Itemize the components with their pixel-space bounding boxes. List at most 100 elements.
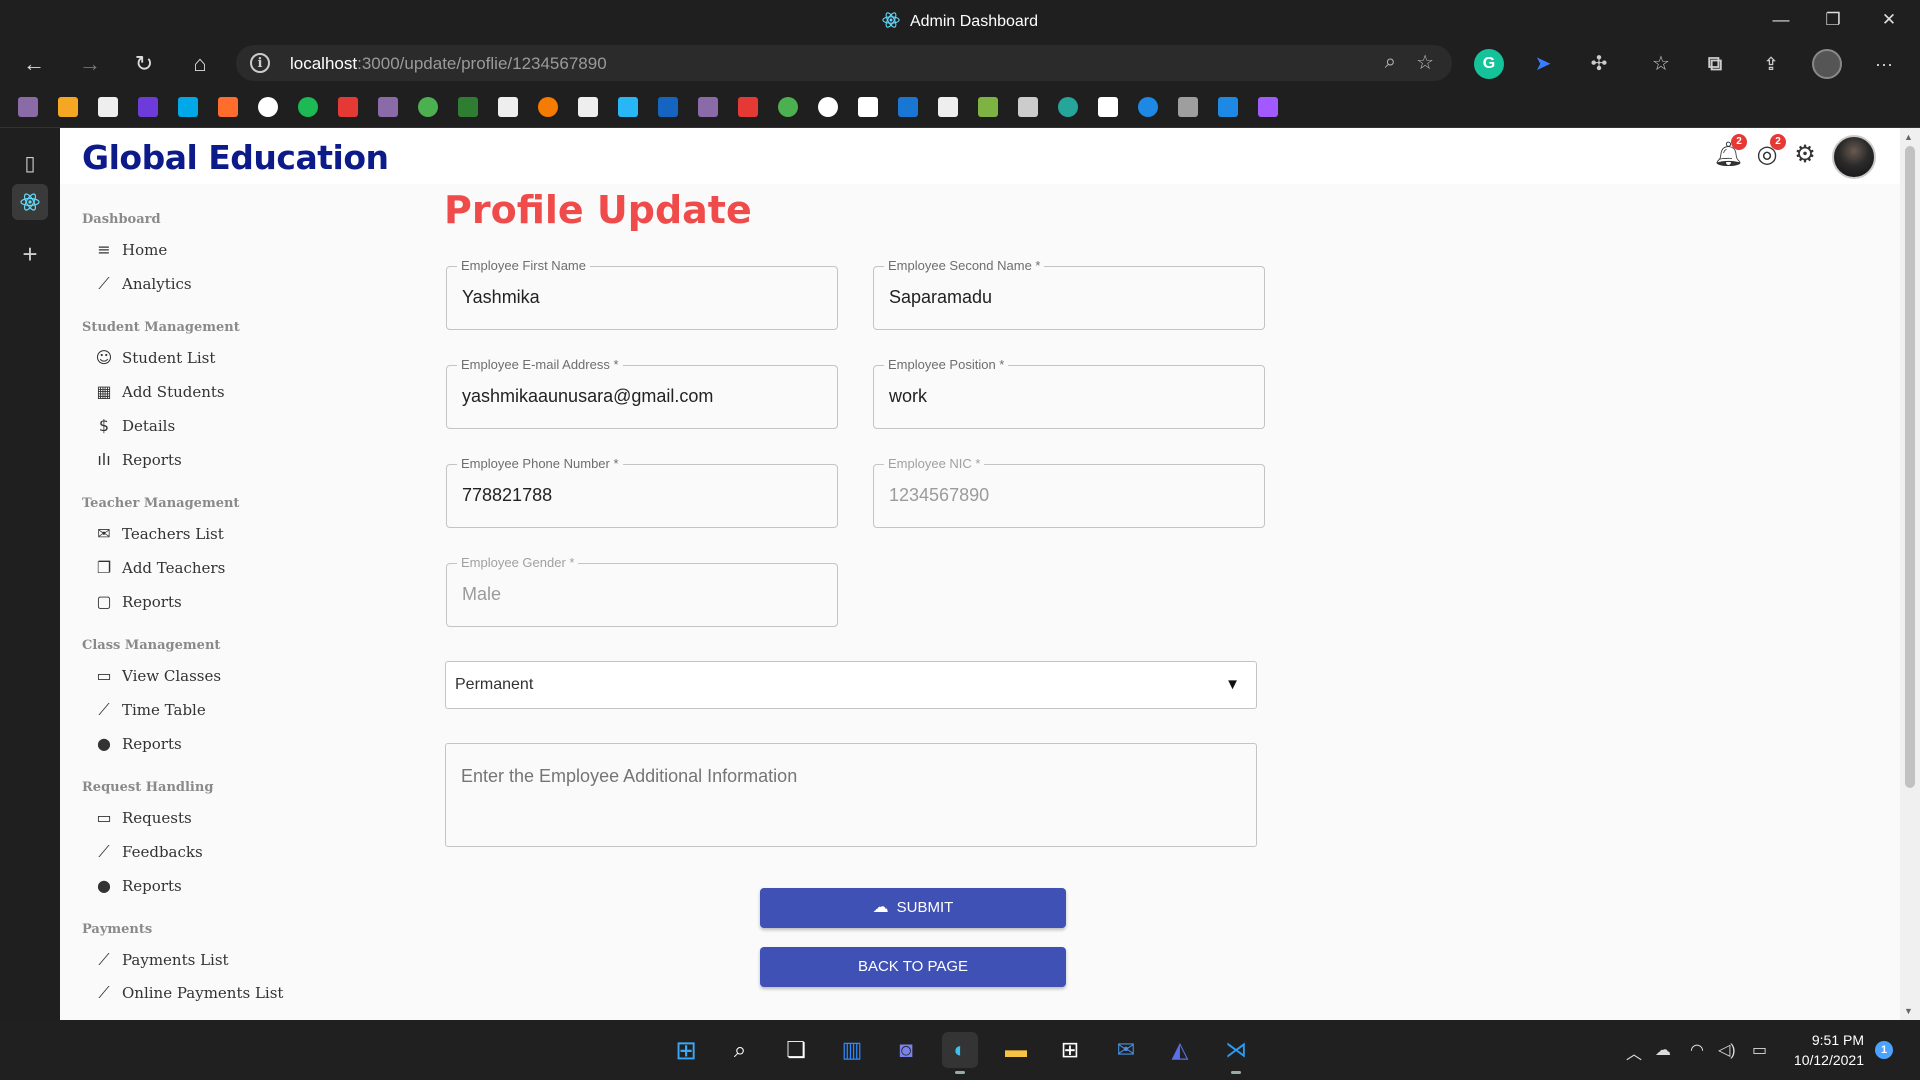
figma-icon[interactable] [1258,97,1278,117]
bookmark-icon[interactable] [778,97,798,117]
sidebar-item-feedbacks[interactable]: ⟋ Feedbacks [94,839,394,865]
bookmark-icon[interactable] [178,97,198,117]
bookmark-icon[interactable] [1138,97,1158,117]
android-icon[interactable] [978,97,998,117]
battery-icon[interactable]: ▭ [1752,1040,1767,1060]
collections-icon[interactable]: ⧉ [1700,49,1730,79]
bookmark-icon[interactable] [698,97,718,117]
back-button[interactable]: ← [18,48,50,80]
first-name-field[interactable]: Employee First Name Yashmika [446,258,838,330]
grammarly-icon[interactable]: G [1474,49,1504,79]
first-name-value[interactable]: Yashmika [462,287,540,308]
notification-badge[interactable]: 1 [1875,1041,1893,1059]
bookmark-icon[interactable] [18,97,38,117]
new-tab-icon[interactable]: + [12,236,48,272]
settings-icon[interactable]: ⚙ [1790,140,1820,170]
bookmark-icon[interactable] [858,97,878,117]
sidebar-item-add-students[interactable]: ▦ Add Students [94,379,394,405]
wifi-icon[interactable]: ◠ [1690,1040,1704,1060]
favorites-icon[interactable]: ☆ [1646,49,1676,79]
bookmark-icon[interactable] [298,97,318,117]
address-bar[interactable]: i localhost:3000/update/proflie/12345678… [236,45,1452,81]
sidebar-item-teachers-list[interactable]: ✉ Teachers List [94,521,394,547]
sidebar-item-class-reports[interactable]: ● Reports [94,731,394,757]
bookmark-icon[interactable] [1178,97,1198,117]
bookmark-icon[interactable] [938,97,958,117]
phone-field[interactable]: Employee Phone Number * 778821788 [446,456,838,528]
email-field[interactable]: Employee E-mail Address * yashmikaaunusa… [446,357,838,429]
app-icon[interactable]: ◭ [1162,1032,1198,1068]
email-value[interactable]: yashmikaaunusara@gmail.com [462,386,713,407]
bookmark-icon[interactable] [498,97,518,117]
bookmark-icon[interactable] [138,97,158,117]
edge-icon[interactable]: ◐ [942,1032,978,1074]
tray-chevron-icon[interactable]: ︿ [1626,1040,1642,1064]
zoom-icon[interactable]: ⌕ [1385,51,1396,74]
widgets-icon[interactable]: ▥ [834,1032,870,1068]
refresh-button[interactable]: ↻ [128,48,160,80]
vscode-icon[interactable]: ⋊ [1218,1032,1254,1074]
bookmark-icon[interactable] [1018,97,1038,117]
sidebar-item-student-reports[interactable]: ılı Reports [94,447,394,473]
sidebar-item-details[interactable]: $ Details [94,413,394,439]
bookmark-icon[interactable] [378,97,398,117]
scroll-up-icon[interactable]: ▲ [1904,132,1913,142]
search-icon[interactable]: ⌕ [722,1032,758,1068]
github-icon[interactable] [818,97,838,117]
extensions-icon[interactable]: ✣ [1584,49,1614,79]
language-icon[interactable]: ◎ 2 [1752,134,1786,170]
bookmark-icon[interactable] [1058,97,1078,117]
second-name-value[interactable]: Saparamadu [889,287,992,308]
sidebar-item-home[interactable]: ≡ Home [94,237,394,263]
phone-value[interactable]: 778821788 [462,485,552,506]
chat-icon[interactable]: ◙ [888,1032,924,1068]
more-button[interactable]: ··· [1868,48,1900,80]
additional-info-textarea[interactable]: Enter the Employee Additional Informatio… [445,743,1257,847]
share-icon[interactable]: ⇪ [1756,49,1786,79]
second-name-field[interactable]: Employee Second Name * Saparamadu [873,258,1265,330]
file-explorer-icon[interactable]: ▬ [998,1032,1034,1068]
bookmark-icon[interactable] [458,97,478,117]
position-field[interactable]: Employee Position * work [873,357,1265,429]
close-button[interactable]: ✕ [1866,6,1912,34]
bookmark-icon[interactable] [578,97,598,117]
extension-arrow-icon[interactable]: ➤ [1528,49,1558,79]
bookmark-icon[interactable] [258,97,278,117]
sidebar-item-add-teachers[interactable]: ❐ Add Teachers [94,555,394,581]
employment-type-select[interactable]: Permanent ▼ [445,661,1257,709]
volume-icon[interactable]: ◁) [1718,1040,1736,1060]
submit-button[interactable]: ☁ SUBMIT [760,888,1066,928]
notifications-icon[interactable]: 🔔︎ 2 [1713,134,1747,170]
sidebar-item-view-classes[interactable]: ▭ View Classes [94,663,394,689]
add-favorite-icon[interactable]: ☆ [1416,50,1434,75]
bookmark-icon[interactable] [338,97,358,117]
sidebar-item-payments-list[interactable]: ⟋ Payments List [94,947,394,973]
minimize-button[interactable]: — [1758,6,1804,34]
bookmark-icon[interactable] [658,97,678,117]
bookmark-icon[interactable] [1098,97,1118,117]
start-icon[interactable]: ⊞ [668,1032,704,1068]
bookmark-icon[interactable] [538,97,558,117]
bookmark-icon[interactable] [218,97,238,117]
url-text[interactable]: localhost:3000/update/proflie/1234567890 [290,54,607,74]
bookmark-icon[interactable] [738,97,758,117]
clock[interactable]: 9:51 PM 10/12/2021 [1780,1030,1864,1070]
tab-admin-dashboard[interactable] [12,184,48,220]
bookmark-icon[interactable] [618,97,638,117]
bookmark-icon[interactable] [1218,97,1238,117]
sidebar-item-online-payments-list[interactable]: ⟋ Online Payments List [94,980,394,1006]
bookmark-icon[interactable] [898,97,918,117]
restore-button[interactable]: ❐ [1810,6,1856,34]
store-icon[interactable]: ⊞ [1052,1032,1088,1068]
brand-title[interactable]: Global Education [82,138,389,177]
weather-icon[interactable]: ☁ [1655,1040,1671,1060]
profile-avatar[interactable] [1812,49,1842,79]
sidebar-item-teacher-reports[interactable]: ▢ Reports [94,589,394,615]
home-button[interactable]: ⌂ [184,48,216,80]
mail-icon[interactable]: ✉ [1108,1032,1144,1068]
bookmark-icon[interactable] [418,97,438,117]
bookmark-icon[interactable] [58,97,78,117]
sidebar-item-requests[interactable]: ▭ Requests [94,805,394,831]
tab-actions-icon[interactable]: ▯ [12,146,48,182]
forward-button[interactable]: → [74,48,106,80]
